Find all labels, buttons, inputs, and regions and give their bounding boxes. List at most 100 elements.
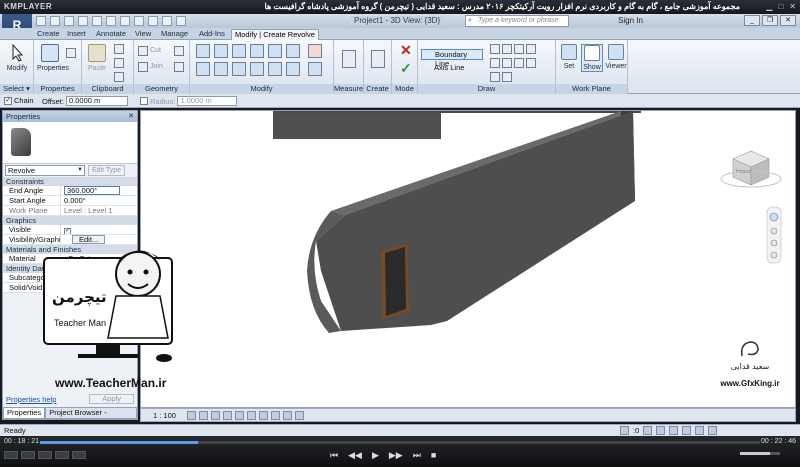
- pick-lines-icon[interactable]: [502, 72, 512, 82]
- match-type-icon[interactable]: [114, 72, 124, 82]
- set-work-plane-button[interactable]: Set: [558, 44, 580, 70]
- mirror-draw-icon[interactable]: [250, 44, 264, 58]
- tab-add-ins[interactable]: Add-Ins: [196, 29, 228, 40]
- show-crop-icon[interactable]: [259, 411, 268, 420]
- volume-slider[interactable]: [740, 452, 780, 455]
- edit-type-button[interactable]: Edit Type: [88, 165, 126, 176]
- cut-geometry-icon[interactable]: [138, 46, 148, 56]
- tab-properties[interactable]: Properties: [3, 407, 46, 419]
- show-work-plane-button[interactable]: Show: [581, 44, 603, 72]
- cancel-edit-icon[interactable]: ✕: [400, 42, 412, 59]
- property-value-cell[interactable]: 0.000°: [61, 196, 137, 205]
- unpin-icon[interactable]: [308, 62, 322, 76]
- split-icon[interactable]: [268, 44, 282, 58]
- minimize-icon[interactable]: ▁: [766, 2, 772, 11]
- editable-only-icon[interactable]: [620, 426, 629, 435]
- vr-icon[interactable]: [72, 451, 86, 459]
- select-dropdown[interactable]: Select ▾: [0, 84, 33, 94]
- property-value-cell[interactable]: 360.000°: [61, 186, 137, 195]
- move-icon[interactable]: [196, 62, 210, 76]
- previous-icon[interactable]: ⏮: [330, 450, 338, 461]
- seek-bar[interactable]: [40, 441, 760, 444]
- trim-icon[interactable]: [250, 62, 264, 76]
- rotate-icon[interactable]: [232, 62, 246, 76]
- 3d-viewport[interactable]: FRONT: [140, 110, 796, 408]
- measure-tool-icon[interactable]: [342, 50, 356, 68]
- align-icon[interactable]: [196, 44, 210, 58]
- property-group-header[interactable]: Graphics: [3, 216, 137, 225]
- select-pinned-icon[interactable]: [669, 426, 679, 435]
- chain-option[interactable]: ✓ Chain: [4, 96, 34, 105]
- axis-line-button[interactable]: Axis Line: [421, 63, 483, 74]
- offset-icon[interactable]: [214, 44, 228, 58]
- copy-icon[interactable]: [114, 58, 124, 68]
- array-icon[interactable]: [268, 62, 282, 76]
- property-value-cell[interactable]: Level : Level 1: [61, 206, 137, 215]
- property-value-cell[interactable]: ✓: [61, 225, 137, 234]
- create-similar-icon[interactable]: [371, 50, 385, 68]
- view-scale[interactable]: 1 : 100: [153, 411, 176, 420]
- shadows-icon[interactable]: [223, 411, 232, 420]
- finish-edit-icon[interactable]: ✓: [400, 60, 412, 77]
- sign-in-button[interactable]: Sign In: [618, 16, 643, 25]
- render-icon[interactable]: [235, 411, 244, 420]
- close-icon[interactable]: ✕: [128, 111, 134, 122]
- chain-checkbox[interactable]: ✓: [4, 96, 12, 105]
- mirror-axis-icon[interactable]: [232, 44, 246, 58]
- end-angle-input[interactable]: 360.000°: [64, 186, 120, 195]
- join-icon[interactable]: [138, 62, 148, 72]
- crop-view-icon[interactable]: [247, 411, 256, 420]
- visible-checkbox[interactable]: ✓: [64, 228, 71, 234]
- visual-style-icon[interactable]: [199, 411, 208, 420]
- close-icon[interactable]: ✕: [780, 15, 796, 26]
- radius-input[interactable]: 1.0000 m: [177, 96, 238, 106]
- detail-level-icon[interactable]: [187, 411, 196, 420]
- modify-button[interactable]: Modify: [4, 43, 30, 72]
- draw-ellipse-icon[interactable]: [490, 72, 500, 82]
- text-icon[interactable]: [120, 16, 130, 26]
- minimize-icon[interactable]: _: [744, 15, 760, 26]
- measure-icon[interactable]: [106, 16, 116, 26]
- property-value[interactable]: Level : Level 1: [64, 206, 112, 215]
- zoom-icon[interactable]: [770, 239, 778, 247]
- tab-insert[interactable]: Insert: [64, 29, 89, 40]
- viewer-button[interactable]: Viewer: [604, 44, 628, 70]
- type-selector[interactable]: Revolve: [5, 165, 85, 176]
- steering-wheel-icon[interactable]: [769, 212, 779, 222]
- offset-input[interactable]: 0.0000 m: [65, 96, 128, 106]
- scale-icon[interactable]: [286, 62, 300, 76]
- next-icon[interactable]: ⏭: [413, 450, 421, 461]
- paste-button[interactable]: Paste: [84, 44, 110, 72]
- tab-create[interactable]: Create: [34, 29, 63, 40]
- tab-manage[interactable]: Manage: [158, 29, 191, 40]
- property-group-header[interactable]: Constraints: [3, 177, 137, 186]
- draw-spline-icon[interactable]: [526, 58, 536, 68]
- close-icon[interactable]: ✕: [789, 2, 796, 11]
- delete-icon[interactable]: [308, 44, 322, 58]
- select-links-icon[interactable]: [643, 426, 653, 435]
- copy-element-icon[interactable]: [214, 62, 228, 76]
- property-value[interactable]: 0.000°: [64, 196, 86, 205]
- temp-hide-icon[interactable]: [283, 411, 292, 420]
- save-icon[interactable]: [50, 16, 60, 26]
- viewcube[interactable]: FRONT: [720, 150, 782, 188]
- sun-path-icon[interactable]: [211, 411, 220, 420]
- close-hidden-icon[interactable]: [176, 16, 186, 26]
- forward-icon[interactable]: ▶▶: [389, 450, 403, 461]
- tab-view[interactable]: View: [132, 29, 154, 40]
- draw-rectangle-icon[interactable]: [502, 44, 512, 54]
- rewind-icon[interactable]: ◀◀: [348, 450, 362, 461]
- open-icon[interactable]: [36, 16, 46, 26]
- 3d-mode-icon[interactable]: [38, 451, 52, 459]
- boundary-line-button[interactable]: Boundary Line: [421, 49, 483, 68]
- maximize-icon[interactable]: □: [778, 2, 783, 11]
- properties-button[interactable]: Properties: [37, 44, 69, 72]
- section-icon[interactable]: [148, 16, 158, 26]
- subtitle-icon[interactable]: [55, 451, 69, 459]
- player-window-controls[interactable]: ▁ □ ✕: [766, 2, 796, 11]
- paint-icon[interactable]: [174, 62, 184, 72]
- radius-option[interactable]: Radius: 1.0000 m: [140, 96, 238, 106]
- cut-icon[interactable]: [114, 44, 124, 54]
- 3d-view-icon[interactable]: [134, 16, 144, 26]
- radius-checkbox[interactable]: [140, 97, 148, 105]
